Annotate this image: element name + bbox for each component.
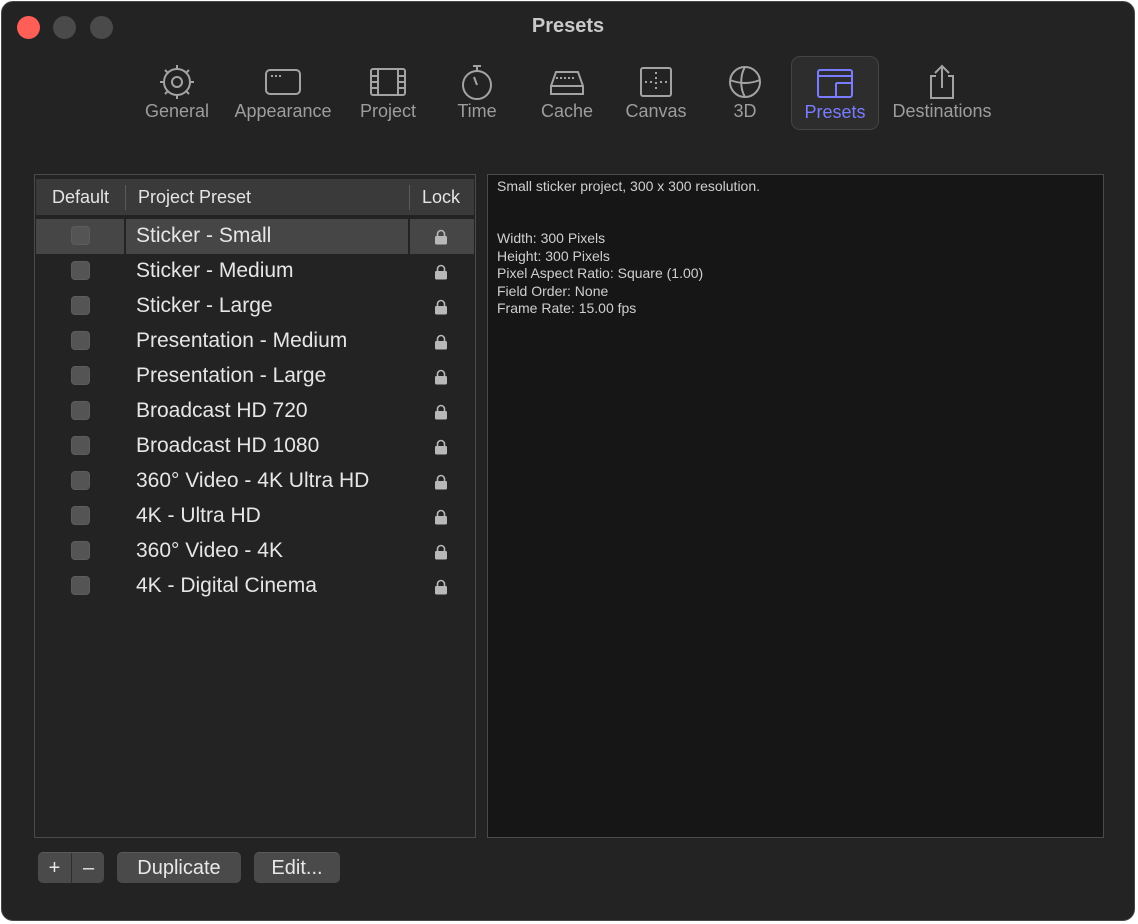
column-divider <box>408 219 410 254</box>
default-checkbox[interactable] <box>71 436 90 455</box>
tab-appearance[interactable]: Appearance <box>234 56 332 130</box>
remove-preset-button[interactable]: – <box>72 853 105 883</box>
lock-icon[interactable] <box>434 439 448 455</box>
column-divider <box>124 219 126 254</box>
table-header: Default Project Preset Lock <box>36 179 474 215</box>
preset-name: 360° Video - 4K Ultra HD <box>136 469 370 492</box>
lock-icon[interactable] <box>434 229 448 245</box>
table-body: Sticker - Small Sticker - Medium Sticker -… <box>36 219 474 604</box>
drive-icon <box>550 71 584 95</box>
default-checkbox[interactable] <box>71 331 90 350</box>
tab-destinations[interactable]: Destinations <box>892 56 992 130</box>
table-row[interactable]: Presentation - Large <box>36 359 474 394</box>
gear-icon <box>160 65 194 99</box>
lock-icon[interactable] <box>434 579 448 595</box>
description-line: Height: 300 Pixels <box>497 247 610 264</box>
window-title: Presets <box>531 15 605 37</box>
preset-name: Presentation - Medium <box>136 329 348 352</box>
lock-icon[interactable] <box>434 544 448 560</box>
table-row[interactable]: Sticker - Small <box>36 219 474 254</box>
preferences-window: Presets General Appearance Project Time … <box>1 1 1135 921</box>
lock-icon[interactable] <box>434 299 448 315</box>
description-summary: Small sticker project, 300 x 300 resolut… <box>497 178 761 194</box>
preset-name: Sticker - Small <box>136 224 272 247</box>
duplicate-button[interactable]: Duplicate <box>117 852 241 883</box>
add-remove-control: + – <box>38 852 105 884</box>
canvas-icon <box>640 67 672 97</box>
table-row[interactable]: 360° Video - 4K Ultra HD <box>36 464 474 499</box>
table-row[interactable]: 4K - Ultra HD <box>36 499 474 534</box>
default-checkbox[interactable] <box>71 366 90 385</box>
film-icon <box>370 68 406 96</box>
lock-icon[interactable] <box>434 369 448 385</box>
column-divider <box>409 185 410 210</box>
table-row[interactable]: 4K - Digital Cinema <box>36 569 474 604</box>
description-details: Width: 300 Pixels Height: 300 Pixels Pixel… <box>497 230 703 318</box>
table-row[interactable]: Sticker - Large <box>36 289 474 324</box>
default-checkbox[interactable] <box>71 541 90 560</box>
stopwatch-icon <box>462 65 492 100</box>
default-checkbox[interactable] <box>71 296 90 315</box>
lock-icon[interactable] <box>434 509 448 525</box>
tab-label: Destinations <box>892 101 992 121</box>
preset-description: Small sticker project, 300 x 300 resolut… <box>487 174 1104 838</box>
table-row[interactable]: Presentation - Medium <box>36 324 474 359</box>
share-icon <box>930 64 954 99</box>
lock-icon[interactable] <box>434 264 448 280</box>
default-checkbox[interactable] <box>71 506 90 525</box>
preset-name: Broadcast HD 720 <box>136 399 308 422</box>
table-row[interactable]: 360° Video - 4K <box>36 534 474 569</box>
tab-general[interactable]: General <box>133 56 221 130</box>
globe-icon <box>729 66 761 98</box>
column-header-lock[interactable]: Lock <box>422 179 460 215</box>
preset-name: Presentation - Large <box>136 364 327 387</box>
default-checkbox[interactable] <box>71 576 90 595</box>
lock-icon[interactable] <box>434 334 448 350</box>
default-checkbox[interactable] <box>71 471 90 490</box>
preset-name: Sticker - Large <box>136 294 273 317</box>
table-row[interactable]: Sticker - Medium <box>36 254 474 289</box>
add-preset-button[interactable]: + <box>38 853 71 883</box>
default-checkbox[interactable] <box>71 261 90 280</box>
description-line: Width: 300 Pixels <box>497 230 606 246</box>
default-checkbox[interactable] <box>71 226 90 245</box>
description-line: Field Order: None <box>497 282 609 299</box>
description-line: Frame Rate: 15.00 fps <box>497 300 637 316</box>
column-header-preset[interactable]: Project Preset <box>138 179 251 215</box>
preset-name: Broadcast HD 1080 <box>136 434 320 457</box>
tab-presets[interactable]: Presets <box>791 56 879 130</box>
preferences-toolbar: General Appearance Project Time Cache Ca… <box>2 56 1134 132</box>
lock-icon[interactable] <box>434 474 448 490</box>
default-checkbox[interactable] <box>71 401 90 420</box>
table-row[interactable]: Broadcast HD 1080 <box>36 429 474 464</box>
preset-table: Default Project Preset Lock Sticker - Sm… <box>34 174 476 838</box>
preset-name: 360° Video - 4K <box>136 539 283 562</box>
table-row[interactable]: Broadcast HD 720 <box>36 394 474 429</box>
column-divider <box>125 185 126 210</box>
preset-name: Sticker - Medium <box>136 259 294 282</box>
preset-name: 4K - Digital Cinema <box>136 574 317 597</box>
column-header-default[interactable]: Default <box>52 179 109 215</box>
description-line: Pixel Aspect Ratio: Square (1.00) <box>497 265 704 281</box>
window-icon <box>265 69 301 95</box>
lock-icon[interactable] <box>434 404 448 420</box>
presets-icon <box>817 69 853 98</box>
edit-button[interactable]: Edit... <box>254 852 340 883</box>
preset-name: 4K - Ultra HD <box>136 504 261 527</box>
